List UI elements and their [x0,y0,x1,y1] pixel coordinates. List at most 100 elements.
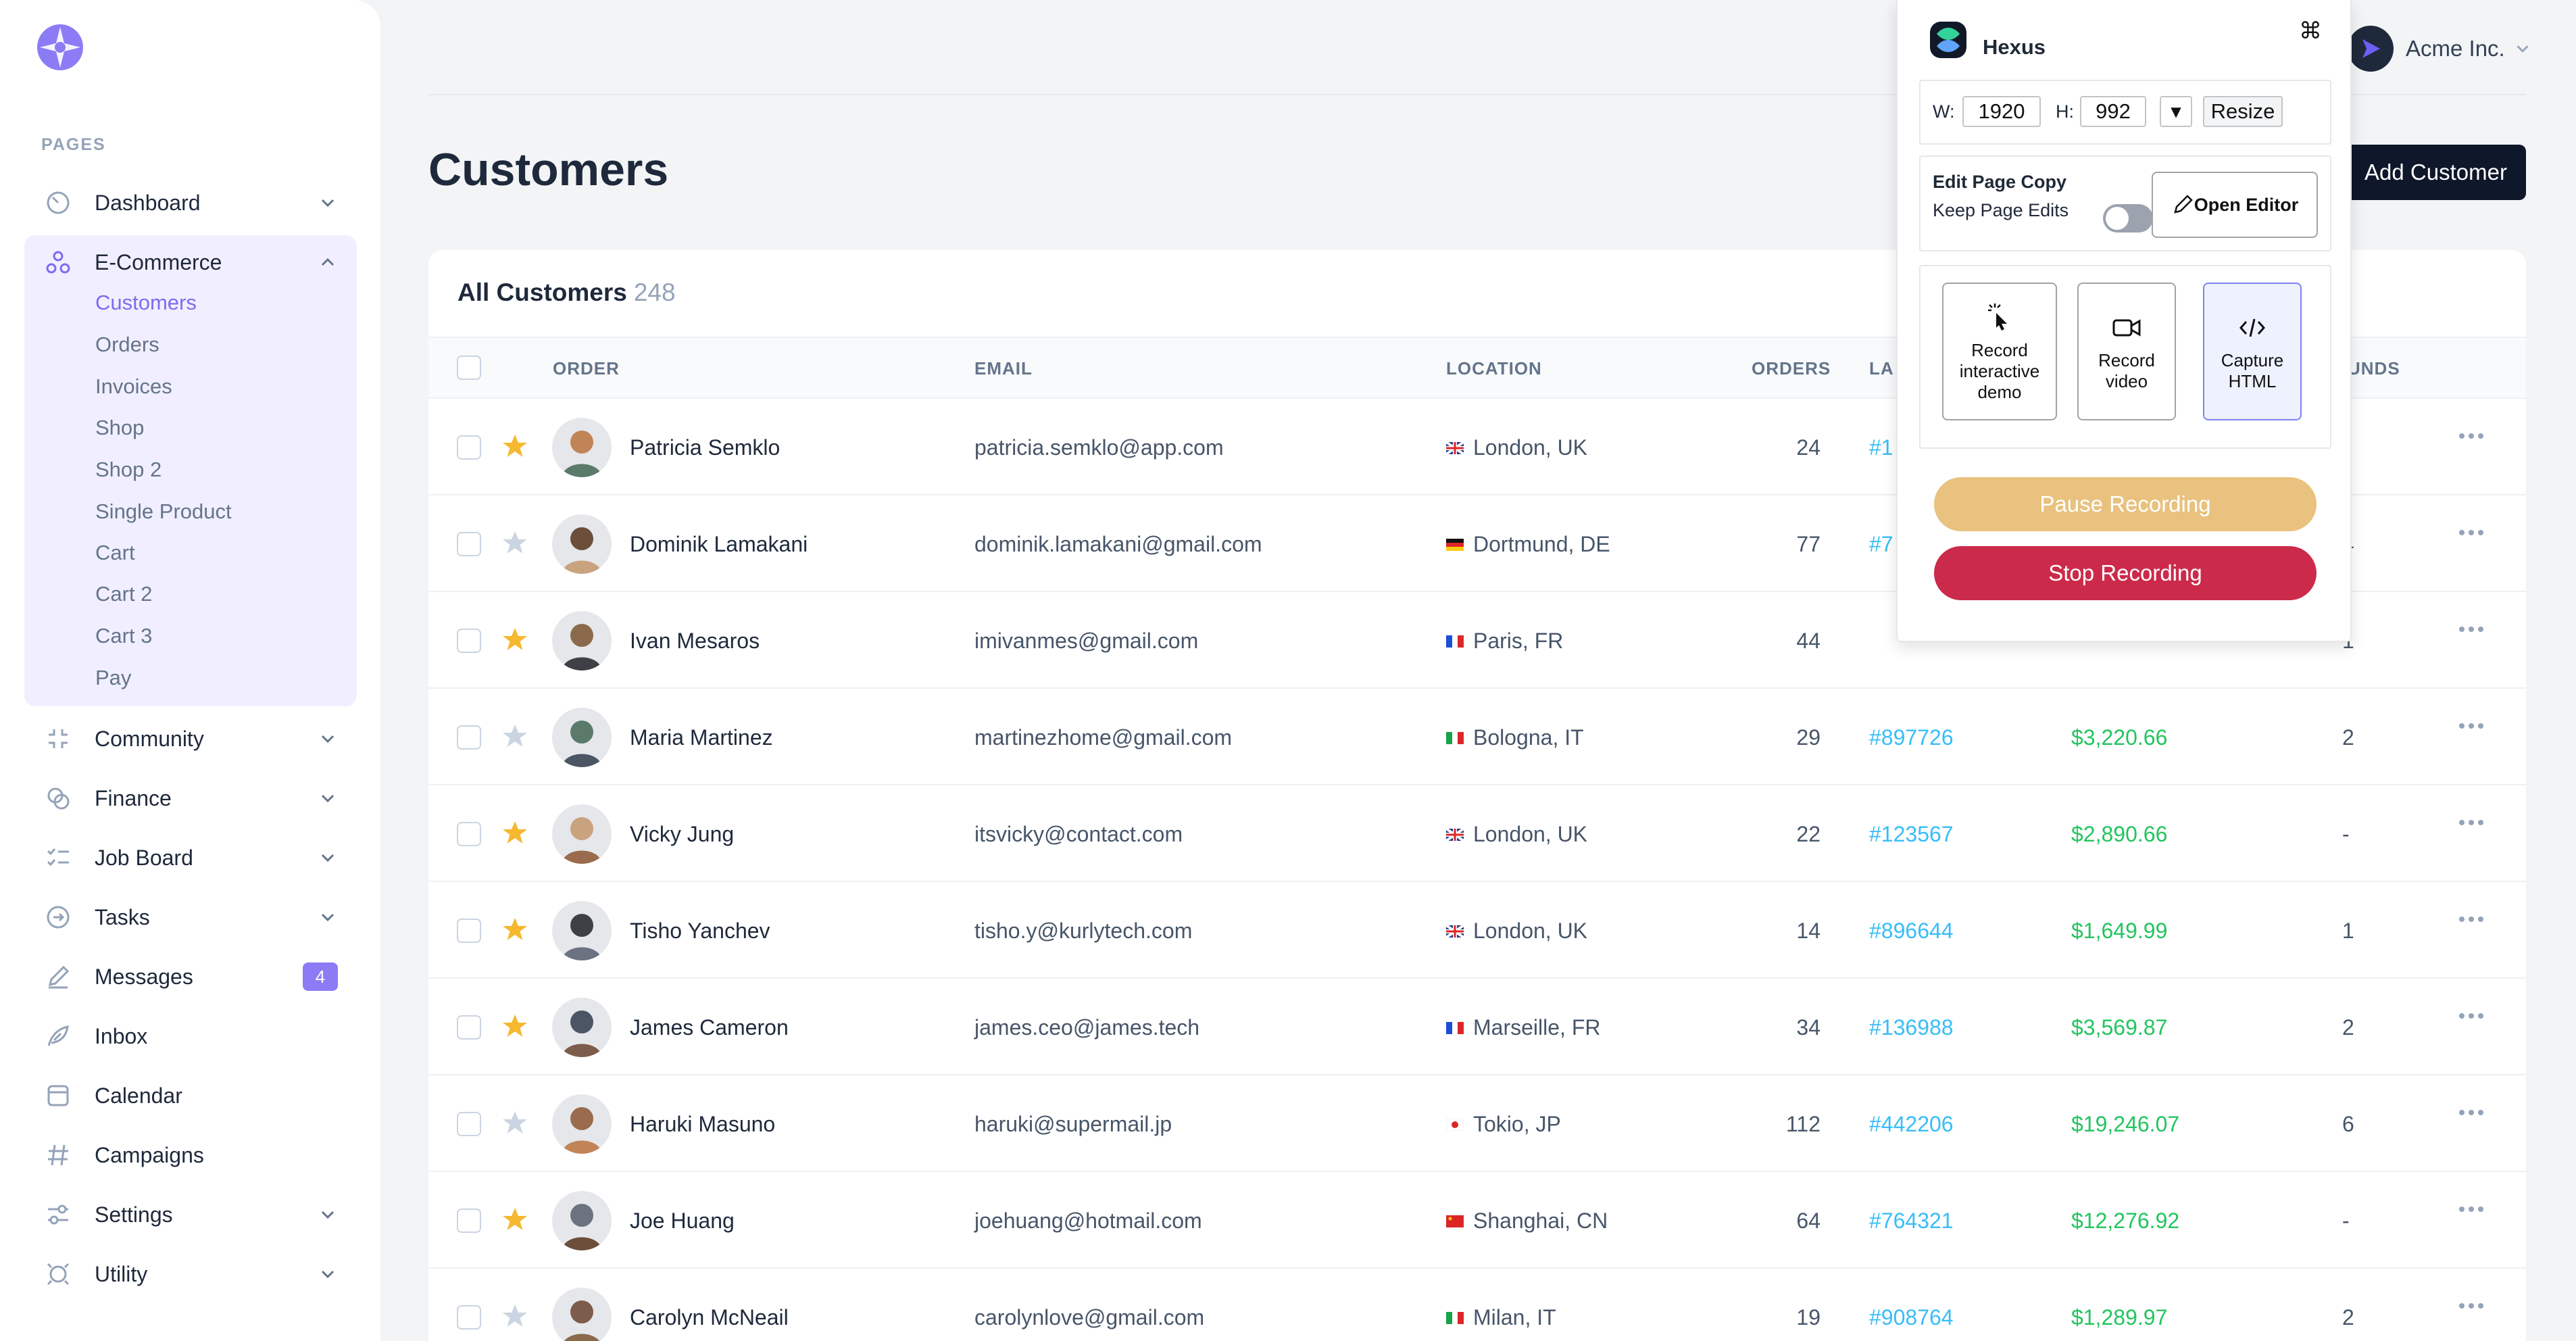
record-interactive-demo-button[interactable]: Record interactive demo [1942,283,2057,420]
last-order-link[interactable]: #136988 [1869,1015,1954,1040]
last-order-link[interactable]: #908764 [1869,1305,1954,1330]
sidebar-item-calendar[interactable]: Calendar [24,1066,357,1125]
row-checkbox[interactable] [457,919,481,943]
table-row[interactable]: Carolyn McNeail carolynlove@gmail.com Mila… [428,1269,2526,1341]
row-checkbox[interactable] [457,725,481,750]
sidebar-subitem-cart[interactable]: Cart [95,541,135,565]
more-options-icon[interactable] [2454,1199,2488,1219]
sidebar-subitem-cart-3[interactable]: Cart 3 [95,624,152,648]
preset-dropdown[interactable]: ▾ [2160,96,2192,127]
customer-name[interactable]: Carolyn McNeail [630,1305,789,1330]
star-icon[interactable] [501,529,528,556]
pause-recording-button[interactable]: Pause Recording [1934,477,2317,531]
customer-name[interactable]: Dominik Lamakani [630,532,808,557]
sidebar-subitem-shop-2[interactable]: Shop 2 [95,458,162,482]
star-icon[interactable] [501,1109,528,1136]
sidebar-item-community[interactable]: Community [24,709,357,769]
star-icon[interactable] [501,819,528,846]
sidebar-subitem-pay[interactable]: Pay [95,666,131,690]
keep-page-edits-toggle[interactable] [2103,204,2153,233]
sidebar-item-settings[interactable]: Settings [24,1185,357,1244]
more-options-icon[interactable] [2454,716,2488,736]
star-icon[interactable] [501,1206,528,1233]
last-order-link[interactable]: #896644 [1869,919,1954,944]
table-row[interactable]: Vicky Jung itsvicky@contact.com London, UK… [428,785,2526,882]
star-icon[interactable] [501,1013,528,1040]
record-video-button[interactable]: Record video [2077,283,2176,420]
sidebar-subitem-cart-2[interactable]: Cart 2 [95,582,152,606]
sidebar-subitem-invoices[interactable]: Invoices [95,374,172,399]
customer-name[interactable]: Ivan Mesaros [630,629,760,654]
stop-recording-button[interactable]: Stop Recording [1934,546,2317,600]
customer-name[interactable]: Maria Martinez [630,725,773,750]
row-checkbox[interactable] [457,435,481,460]
last-order-link[interactable]: #7 [1869,532,1893,557]
customer-name[interactable]: Haruki Masuno [630,1112,775,1137]
sidebar-item-finance[interactable]: Finance [24,769,357,828]
sidebar-item-ecommerce[interactable]: E-Commerce [24,233,357,292]
more-options-icon[interactable] [2454,812,2488,833]
app-logo-icon[interactable] [36,23,84,72]
column-header-email[interactable]: EMAIL [974,358,1033,379]
height-input[interactable]: 992 [2080,96,2146,127]
row-checkbox[interactable] [457,1015,481,1040]
sidebar-item-dashboard[interactable]: Dashboard [24,173,357,233]
last-order-link[interactable]: #442206 [1869,1112,1954,1137]
more-options-icon[interactable] [2454,1006,2488,1026]
more-options-icon[interactable] [2454,426,2488,446]
more-options-icon[interactable] [2454,1296,2488,1316]
sidebar-item-utility[interactable]: Utility [24,1244,357,1304]
last-order-link[interactable]: #1 [1869,435,1893,460]
sidebar-subitem-orders[interactable]: Orders [95,333,159,357]
width-input[interactable]: 1920 [1962,96,2041,127]
command-key-icon[interactable]: ⌘ [2299,18,2322,45]
sidebar-subitem-customers[interactable]: Customers [95,291,197,315]
customer-name[interactable]: Vicky Jung [630,822,734,847]
table-row[interactable]: Tisho Yanchev tisho.y@kurlytech.com London… [428,882,2526,979]
column-header-refunds[interactable]: UNDS [2348,358,2400,379]
customer-name[interactable]: Tisho Yanchev [630,919,770,944]
sidebar-item-tasks[interactable]: Tasks [24,887,357,947]
star-icon[interactable] [501,1302,528,1330]
more-options-icon[interactable] [2454,619,2488,639]
last-order-link[interactable]: #897726 [1869,725,1954,750]
add-customer-button[interactable]: Add Customer [2346,145,2526,200]
customer-name[interactable]: Patricia Semklo [630,435,780,460]
table-row[interactable]: James Cameron james.ceo@james.tech Marseil… [428,979,2526,1075]
row-checkbox[interactable] [457,1209,481,1233]
open-editor-button[interactable]: Open Editor [2152,172,2318,238]
row-checkbox[interactable] [457,532,481,556]
table-row[interactable]: Haruki Masuno haruki@supermail.jp Tokio, J… [428,1075,2526,1172]
sidebar-item-inbox[interactable]: Inbox [24,1006,357,1066]
row-checkbox[interactable] [457,822,481,846]
customer-name[interactable]: Joe Huang [630,1209,735,1234]
select-all-checkbox[interactable] [457,356,481,380]
sidebar-subitem-shop[interactable]: Shop [95,416,144,440]
column-header-order[interactable]: ORDER [553,358,620,379]
resize-button[interactable]: Resize [2203,96,2283,127]
row-checkbox[interactable] [457,1305,481,1330]
more-options-icon[interactable] [2454,909,2488,929]
column-header-last-order[interactable]: LA [1869,358,1894,379]
table-row[interactable]: Maria Martinez martinezhome@gmail.com Bolo… [428,689,2526,785]
sidebar-subitem-single-product[interactable]: Single Product [95,499,232,524]
capture-html-button[interactable]: Capture HTML [2203,283,2302,420]
star-icon[interactable] [501,433,528,460]
more-options-icon[interactable] [2454,522,2488,543]
table-row[interactable]: Joe Huang joehuang@hotmail.com Shanghai, C… [428,1172,2526,1269]
column-header-orders[interactable]: ORDERS [1752,358,1831,379]
row-checkbox[interactable] [457,629,481,653]
star-icon[interactable] [501,723,528,750]
last-order-link[interactable]: #123567 [1869,822,1954,847]
last-order-link[interactable]: #764321 [1869,1209,1954,1234]
star-icon[interactable] [501,916,528,943]
column-header-location[interactable]: LOCATION [1446,358,1542,379]
sidebar-item-job-board[interactable]: Job Board [24,828,357,887]
sidebar-item-messages[interactable]: Messages 4 [24,947,357,1006]
row-checkbox[interactable] [457,1112,481,1136]
more-options-icon[interactable] [2454,1102,2488,1123]
customer-name[interactable]: James Cameron [630,1015,789,1040]
star-icon[interactable] [501,626,528,653]
account-menu[interactable]: Acme Inc. [2348,26,2532,72]
sidebar-item-campaigns[interactable]: Campaigns [24,1125,357,1185]
